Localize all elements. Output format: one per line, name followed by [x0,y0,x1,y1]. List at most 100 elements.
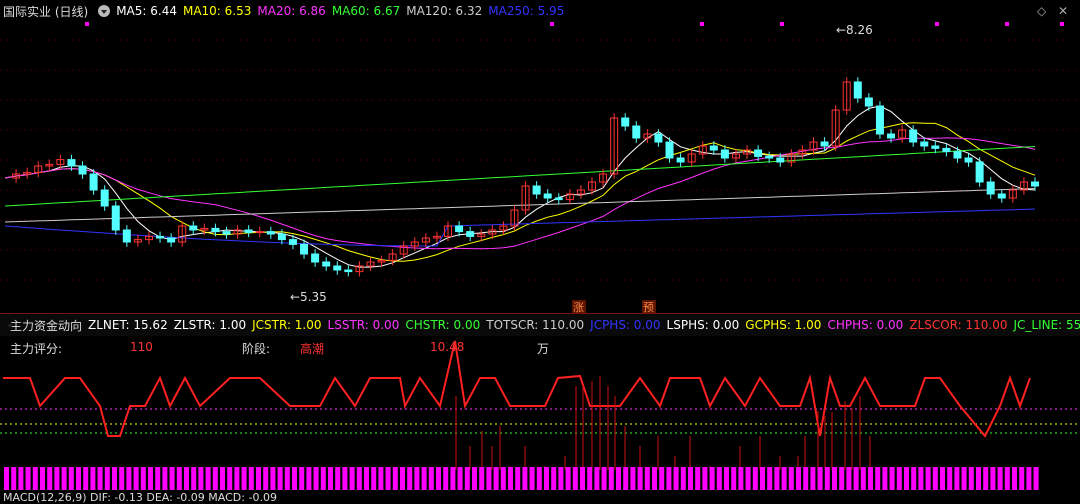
volume-bar [716,467,722,490]
volume-bar [803,467,809,490]
volume-bar [544,467,549,490]
volume-bar [983,467,989,490]
volume-bar [680,467,686,490]
volume-bar [997,467,1003,490]
high-price-label: ←8.26 [836,23,873,37]
fund-flow-indicator-5: TOTSCR: 110.00 [486,318,585,332]
candle-body [311,253,320,263]
settings-dropdown-icon[interactable] [98,5,111,17]
candle-body [953,151,962,159]
candle-body [986,181,995,195]
volume-bar [97,467,103,490]
volume-bar [270,467,276,490]
ma-indicator-3: MA60: 6.67 [331,4,401,18]
volume-bar [320,467,326,490]
volume-bar [968,467,974,490]
unit-label: 万 [537,342,550,356]
volume-bar [515,467,521,490]
volume-bar [277,467,283,490]
candle-body [909,129,918,143]
volume-bar [731,467,737,490]
volume-bar [220,467,225,490]
volume-bar [976,467,981,490]
candle-body [89,173,98,191]
candle-body [864,97,873,107]
volume-bar [414,467,420,490]
candle-body [288,239,297,245]
candle-body [765,155,774,159]
candle-body [543,193,552,199]
candle-body [222,231,231,235]
volume-bar [306,467,312,490]
volume-bar [637,467,643,490]
candle-body [720,149,729,159]
volume-bar [126,467,132,490]
fund-flow-indicator-11: JC_LINE: 55.00 [1013,318,1080,332]
volume-bar [709,467,715,490]
volume-bar [428,467,434,490]
volume-bar [392,467,398,490]
volume-bar [119,467,125,490]
volume-bar [148,467,153,490]
candle-body [78,165,87,175]
volume-bar [673,467,679,490]
volume-bar [918,467,924,490]
candle-body [1031,181,1039,187]
diamond-icon[interactable]: ◇ [1037,4,1046,18]
volume-bar [256,467,261,490]
candle-body [887,133,896,139]
volume-bar [407,467,413,490]
volume-bar [313,467,319,490]
signal-marker [700,22,704,26]
candle-body [266,231,275,235]
volume-bar [54,467,60,490]
fund-flow-chart[interactable] [0,336,1080,490]
volume-bar [1004,467,1010,490]
volume-bar [745,467,751,490]
volume-bar [839,467,845,490]
volume-bar [652,467,657,490]
volume-bar [594,467,600,490]
volume-bar [832,467,837,490]
volume-bar [810,467,816,490]
volume-bar [11,467,17,490]
candle-body [820,141,829,147]
candle-body [189,225,198,231]
volume-bar [436,467,441,490]
volume-bar [212,467,218,490]
volume-bar [443,467,449,490]
volume-bar [824,467,830,490]
candle-body [122,229,131,243]
low-price-label: ←5.35 [290,290,327,304]
volume-bar [457,467,463,490]
volume-bar [774,467,780,490]
volume-bar [61,467,67,490]
candle-body [964,157,973,163]
volume-bar [248,467,254,490]
volume-bar [904,467,909,490]
candle-body [997,193,1006,199]
volume-bar [522,467,528,490]
volume-bar [990,467,996,490]
volume-bar [184,467,189,490]
fund-flow-indicator-9: CHPHS: 0.00 [827,318,904,332]
fund-flow-indicator-1: ZLSTR: 1.00 [173,318,247,332]
fund-flow-indicator-3: LSSTR: 0.00 [327,318,400,332]
volume-bar [299,467,305,490]
volume-bar [104,467,110,490]
fund-flow-indicator-6: JCPHS: 0.00 [590,318,661,332]
candle-body [111,205,120,231]
candle-body [344,269,353,273]
volume-bar [342,467,348,490]
candle-body [333,265,342,271]
fund-flow-indicator-0: ZLNET: 15.62 [88,318,168,332]
candlestick-chart[interactable]: ←8.26←5.35涨预 [0,0,1080,314]
volume-bar [464,467,470,490]
volume-bar [688,467,693,490]
close-icon[interactable]: ✕ [1058,4,1068,18]
volume-bar [47,467,53,490]
fund-flow-indicator-bar: 主力资金动向 ZLNET: 15.62 ZLSTR: 1.00 JCSTR: 1.0… [0,314,1080,336]
fund-flow-indicator-10: ZLSCOR: 110.00 [909,318,1008,332]
score-value: 110 [130,340,153,354]
volume-bar [356,467,362,490]
